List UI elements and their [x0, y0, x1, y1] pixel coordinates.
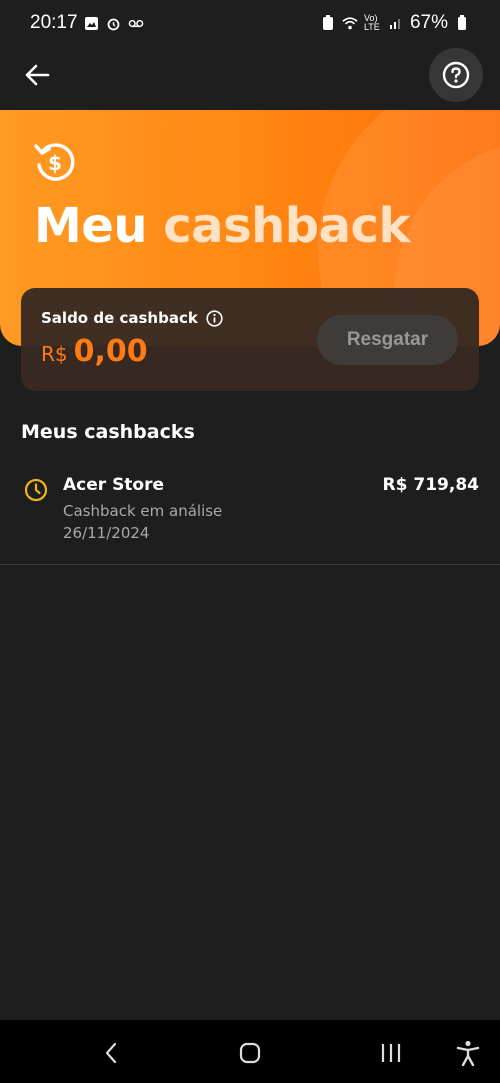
status-time: 20:17: [30, 12, 78, 33]
status-left: 20:17: [30, 12, 144, 34]
balance-card: Saldo de cashback R$ 0,00 Resgatar: [21, 288, 479, 391]
cashback-date: 26/11/2024: [63, 524, 150, 542]
wifi-icon: [342, 15, 358, 31]
page-title-part2: cashback: [163, 198, 410, 254]
balance-value: R$ 0,00: [41, 334, 148, 369]
battery-percent: 67%: [409, 12, 448, 33]
alarm-icon: [106, 15, 122, 31]
battery-saver-icon: [320, 15, 336, 31]
signal-icon: [388, 15, 404, 31]
system-nav-bar: [0, 1020, 500, 1083]
cashback-amount: R$ 719,84: [382, 475, 479, 495]
nav-back-icon: [105, 1042, 117, 1064]
cashback-status: Cashback em análise: [63, 502, 223, 520]
nav-home-button[interactable]: [235, 1038, 265, 1068]
balance-label: Saldo de cashback: [41, 309, 198, 327]
nav-recents-icon: [381, 1044, 401, 1062]
nav-home-icon: [239, 1042, 261, 1064]
clock-icon: [24, 478, 48, 502]
balance-label-row: Saldo de cashback: [41, 309, 223, 327]
redeem-button[interactable]: Resgatar: [317, 315, 458, 365]
status-bar: 20:17 Vo) LTE 67%: [0, 0, 500, 46]
accessibility-icon: [456, 1040, 480, 1066]
section-title: Meus cashbacks: [21, 421, 195, 443]
page-title-part1: Meu: [34, 198, 148, 254]
voicemail-icon: [128, 15, 144, 31]
nav-back-button[interactable]: [96, 1038, 126, 1068]
cashback-list-item[interactable]: Acer Store Cashback em análise 26/11/202…: [0, 465, 500, 565]
back-button[interactable]: [20, 58, 54, 92]
nav-recents-button[interactable]: [376, 1038, 406, 1068]
help-icon: [442, 61, 470, 89]
top-app-bar: [0, 46, 500, 110]
svg-text:$: $: [48, 151, 62, 175]
battery-icon: [454, 15, 470, 31]
back-arrow-icon: [25, 64, 50, 86]
balance-currency: R$: [41, 342, 68, 366]
status-right: Vo) LTE 67%: [320, 12, 470, 34]
help-button[interactable]: [429, 48, 483, 102]
cashback-store: Acer Store: [63, 475, 165, 495]
balance-amount: 0,00: [73, 334, 148, 369]
network-label: Vo) LTE: [363, 13, 380, 32]
accessibility-button[interactable]: [453, 1038, 483, 1068]
page-title: Meu cashback: [34, 198, 410, 254]
gallery-icon: [84, 15, 100, 31]
info-icon[interactable]: [206, 309, 223, 327]
cashback-refresh-icon: $: [34, 143, 75, 181]
